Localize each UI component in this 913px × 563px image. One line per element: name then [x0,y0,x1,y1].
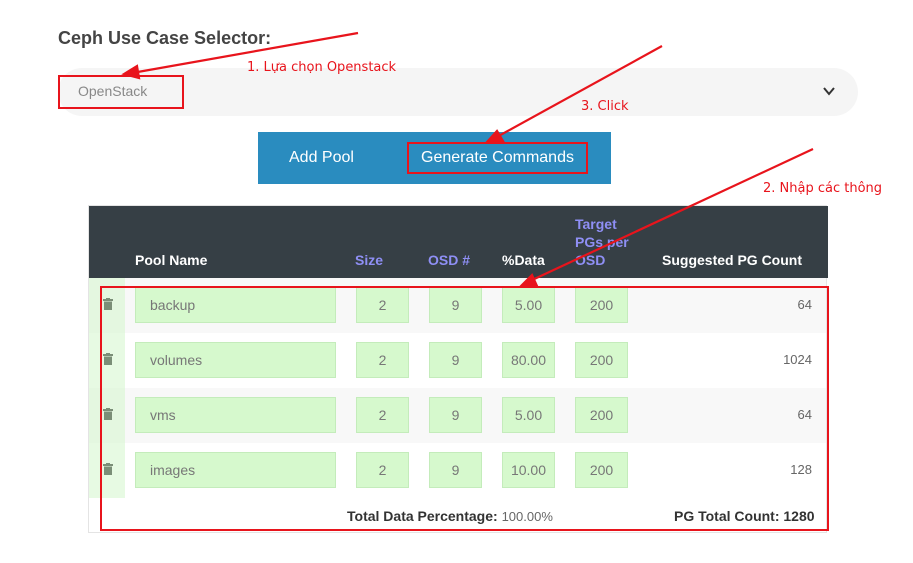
header-suggested-pg: Suggested PG Count [662,252,802,268]
annotation-step2: 2. Nhập các thông [763,181,883,196]
header-data: %Data [502,252,545,268]
annotation-box-generate [407,142,588,174]
annotation-box-selector [58,75,184,109]
header-pool-name: Pool Name [135,252,208,268]
header-size[interactable]: Size [355,252,383,268]
annotation-step1: 1. Lựa chọn Openstack [247,60,397,75]
annotation-box-table [100,286,829,531]
header-osd[interactable]: OSD # [428,252,470,268]
chevron-down-icon [823,87,835,96]
header-target-pgs[interactable]: Target PGs per OSD [575,215,635,269]
page-title: Ceph Use Case Selector: [58,28,272,48]
add-pool-button[interactable]: Add Pool [289,132,354,184]
annotation-step3: 3. Click [581,99,629,114]
table-header: Pool Name Size OSD # %Data Target PGs pe… [89,206,828,278]
